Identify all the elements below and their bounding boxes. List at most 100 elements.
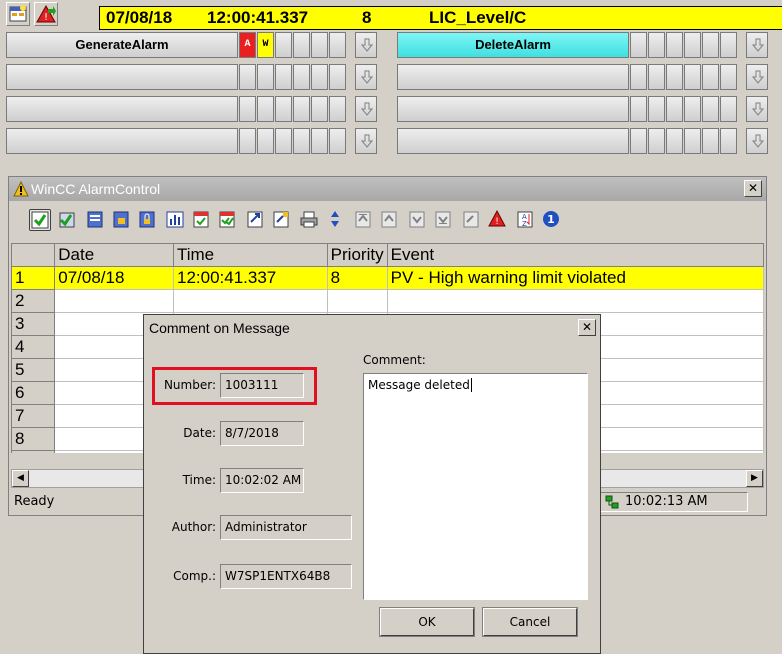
empty-button[interactable] bbox=[6, 128, 238, 154]
comment-label: Comment: bbox=[363, 353, 426, 367]
status-cell bbox=[720, 32, 737, 58]
clock-time: 10:02:13 AM bbox=[625, 494, 708, 509]
status-cell bbox=[239, 96, 256, 122]
status-cell bbox=[648, 96, 665, 122]
comp-field: W7SP1ENTX64B8 bbox=[220, 564, 352, 589]
table-row[interactable]: 2 bbox=[11, 289, 764, 313]
row-number: 1 bbox=[11, 266, 56, 290]
column-header-time[interactable]: Time bbox=[172, 243, 328, 267]
alarm-tag: LIC_Level/C bbox=[429, 8, 527, 27]
row-number: 7 bbox=[11, 404, 56, 428]
sort-icon[interactable]: AZ bbox=[515, 209, 537, 231]
status-cell bbox=[275, 32, 292, 58]
empty-button[interactable] bbox=[6, 64, 238, 90]
row-event bbox=[386, 289, 764, 313]
status-cell bbox=[702, 32, 719, 58]
short-term-archive-icon[interactable] bbox=[57, 209, 79, 231]
dialog-title: Comment on Message bbox=[145, 316, 599, 341]
down-arrow-icon[interactable] bbox=[746, 128, 768, 154]
close-icon[interactable]: ✕ bbox=[578, 319, 596, 336]
down-arrow-icon[interactable] bbox=[746, 64, 768, 90]
comp-label: Comp.: bbox=[173, 569, 216, 583]
alarm-control-title: WinCC AlarmControl bbox=[9, 177, 766, 201]
statistics-icon[interactable] bbox=[165, 209, 187, 231]
first-message-icon[interactable] bbox=[353, 209, 375, 231]
comment-textarea[interactable]: Message deleted bbox=[363, 373, 588, 600]
group-acknowledge-icon[interactable] bbox=[217, 209, 239, 231]
button-row-3 bbox=[0, 96, 782, 122]
acknowledge-icon[interactable] bbox=[191, 209, 213, 231]
status-cell bbox=[257, 128, 274, 154]
ack-a-indicator[interactable]: A bbox=[239, 32, 256, 58]
column-header-date[interactable]: Date bbox=[54, 243, 174, 267]
next-message-icon[interactable] bbox=[407, 209, 429, 231]
scroll-right-icon[interactable]: ▶ bbox=[746, 470, 763, 487]
scroll-left-icon[interactable]: ◀ bbox=[12, 470, 29, 487]
locked-list-icon[interactable] bbox=[111, 209, 133, 231]
empty-button[interactable] bbox=[397, 96, 629, 122]
comment-icon[interactable] bbox=[461, 209, 483, 231]
column-header-event[interactable]: Event bbox=[386, 243, 764, 267]
status-cell bbox=[648, 128, 665, 154]
down-arrow-icon[interactable] bbox=[355, 32, 377, 58]
comment-text: Message deleted bbox=[368, 378, 470, 392]
info-icon[interactable]: 1 bbox=[541, 209, 563, 231]
status-cell bbox=[666, 96, 683, 122]
status-cell bbox=[630, 64, 647, 90]
generate-alarm-button[interactable]: GenerateAlarm bbox=[6, 32, 238, 58]
row-number: 5 bbox=[11, 358, 56, 382]
cancel-button[interactable]: Cancel bbox=[482, 607, 578, 637]
row-time: 12:00:41.337 bbox=[172, 266, 328, 290]
loop-in-alarm-icon[interactable] bbox=[245, 209, 267, 231]
alarm-toolbar: ! AZ 1 bbox=[9, 203, 766, 239]
ok-button[interactable]: OK bbox=[379, 607, 475, 637]
status-cell bbox=[720, 96, 737, 122]
button-row-1: GenerateAlarm A W DeleteAlarm bbox=[0, 32, 782, 58]
status-cell bbox=[684, 96, 701, 122]
status-cell bbox=[684, 128, 701, 154]
emergency-ack-icon[interactable]: ! bbox=[487, 209, 509, 231]
status-cell bbox=[275, 96, 292, 122]
down-arrow-icon[interactable] bbox=[746, 96, 768, 122]
row-number: 8 bbox=[11, 427, 56, 451]
empty-button[interactable] bbox=[397, 128, 629, 154]
autoscroll-icon[interactable] bbox=[325, 209, 347, 231]
print-icon[interactable] bbox=[299, 209, 321, 231]
down-arrow-icon[interactable] bbox=[355, 64, 377, 90]
message-list-icon[interactable] bbox=[29, 209, 51, 231]
row-date bbox=[54, 289, 174, 313]
empty-button[interactable] bbox=[6, 96, 238, 122]
date-field: 8/7/2018 bbox=[220, 421, 304, 446]
alarm-warning-icon[interactable]: ! bbox=[34, 2, 58, 26]
author-label: Author: bbox=[171, 520, 216, 534]
info-text-icon[interactable] bbox=[271, 209, 293, 231]
lock-icon[interactable] bbox=[137, 209, 159, 231]
previous-message-icon[interactable] bbox=[379, 209, 401, 231]
time-label: Time: bbox=[182, 473, 216, 487]
screen-icon[interactable] bbox=[6, 2, 30, 26]
close-icon[interactable]: ✕ bbox=[744, 180, 762, 197]
row-number: 4 bbox=[11, 335, 56, 359]
ack-w-indicator[interactable]: W bbox=[257, 32, 274, 58]
status-cell bbox=[311, 128, 328, 154]
top-bar: ! 07/08/18 12:00:41.337 8 LIC_Level/C bbox=[0, 0, 782, 30]
alarm-time: 12:00:41.337 bbox=[207, 8, 309, 27]
down-arrow-icon[interactable] bbox=[746, 32, 768, 58]
status-cell bbox=[630, 96, 647, 122]
down-arrow-icon[interactable] bbox=[355, 128, 377, 154]
row-event: PV - High warning limit violated bbox=[386, 266, 764, 290]
status-cell bbox=[329, 32, 346, 58]
highlight-annotation bbox=[152, 367, 317, 405]
svg-text:!: ! bbox=[495, 217, 499, 227]
last-message-icon[interactable] bbox=[433, 209, 455, 231]
long-term-archive-icon[interactable] bbox=[85, 209, 107, 231]
row-number: 3 bbox=[11, 312, 56, 336]
table-row[interactable]: 1 07/08/18 12:00:41.337 8 PV - High warn… bbox=[11, 266, 764, 290]
date-label: Date: bbox=[183, 426, 216, 440]
button-panel: GenerateAlarm A W DeleteAlarm bbox=[0, 30, 782, 158]
column-header-priority[interactable]: Priority bbox=[326, 243, 388, 267]
delete-alarm-button[interactable]: DeleteAlarm bbox=[397, 32, 629, 58]
button-row-4 bbox=[0, 128, 782, 154]
down-arrow-icon[interactable] bbox=[355, 96, 377, 122]
empty-button[interactable] bbox=[397, 64, 629, 90]
